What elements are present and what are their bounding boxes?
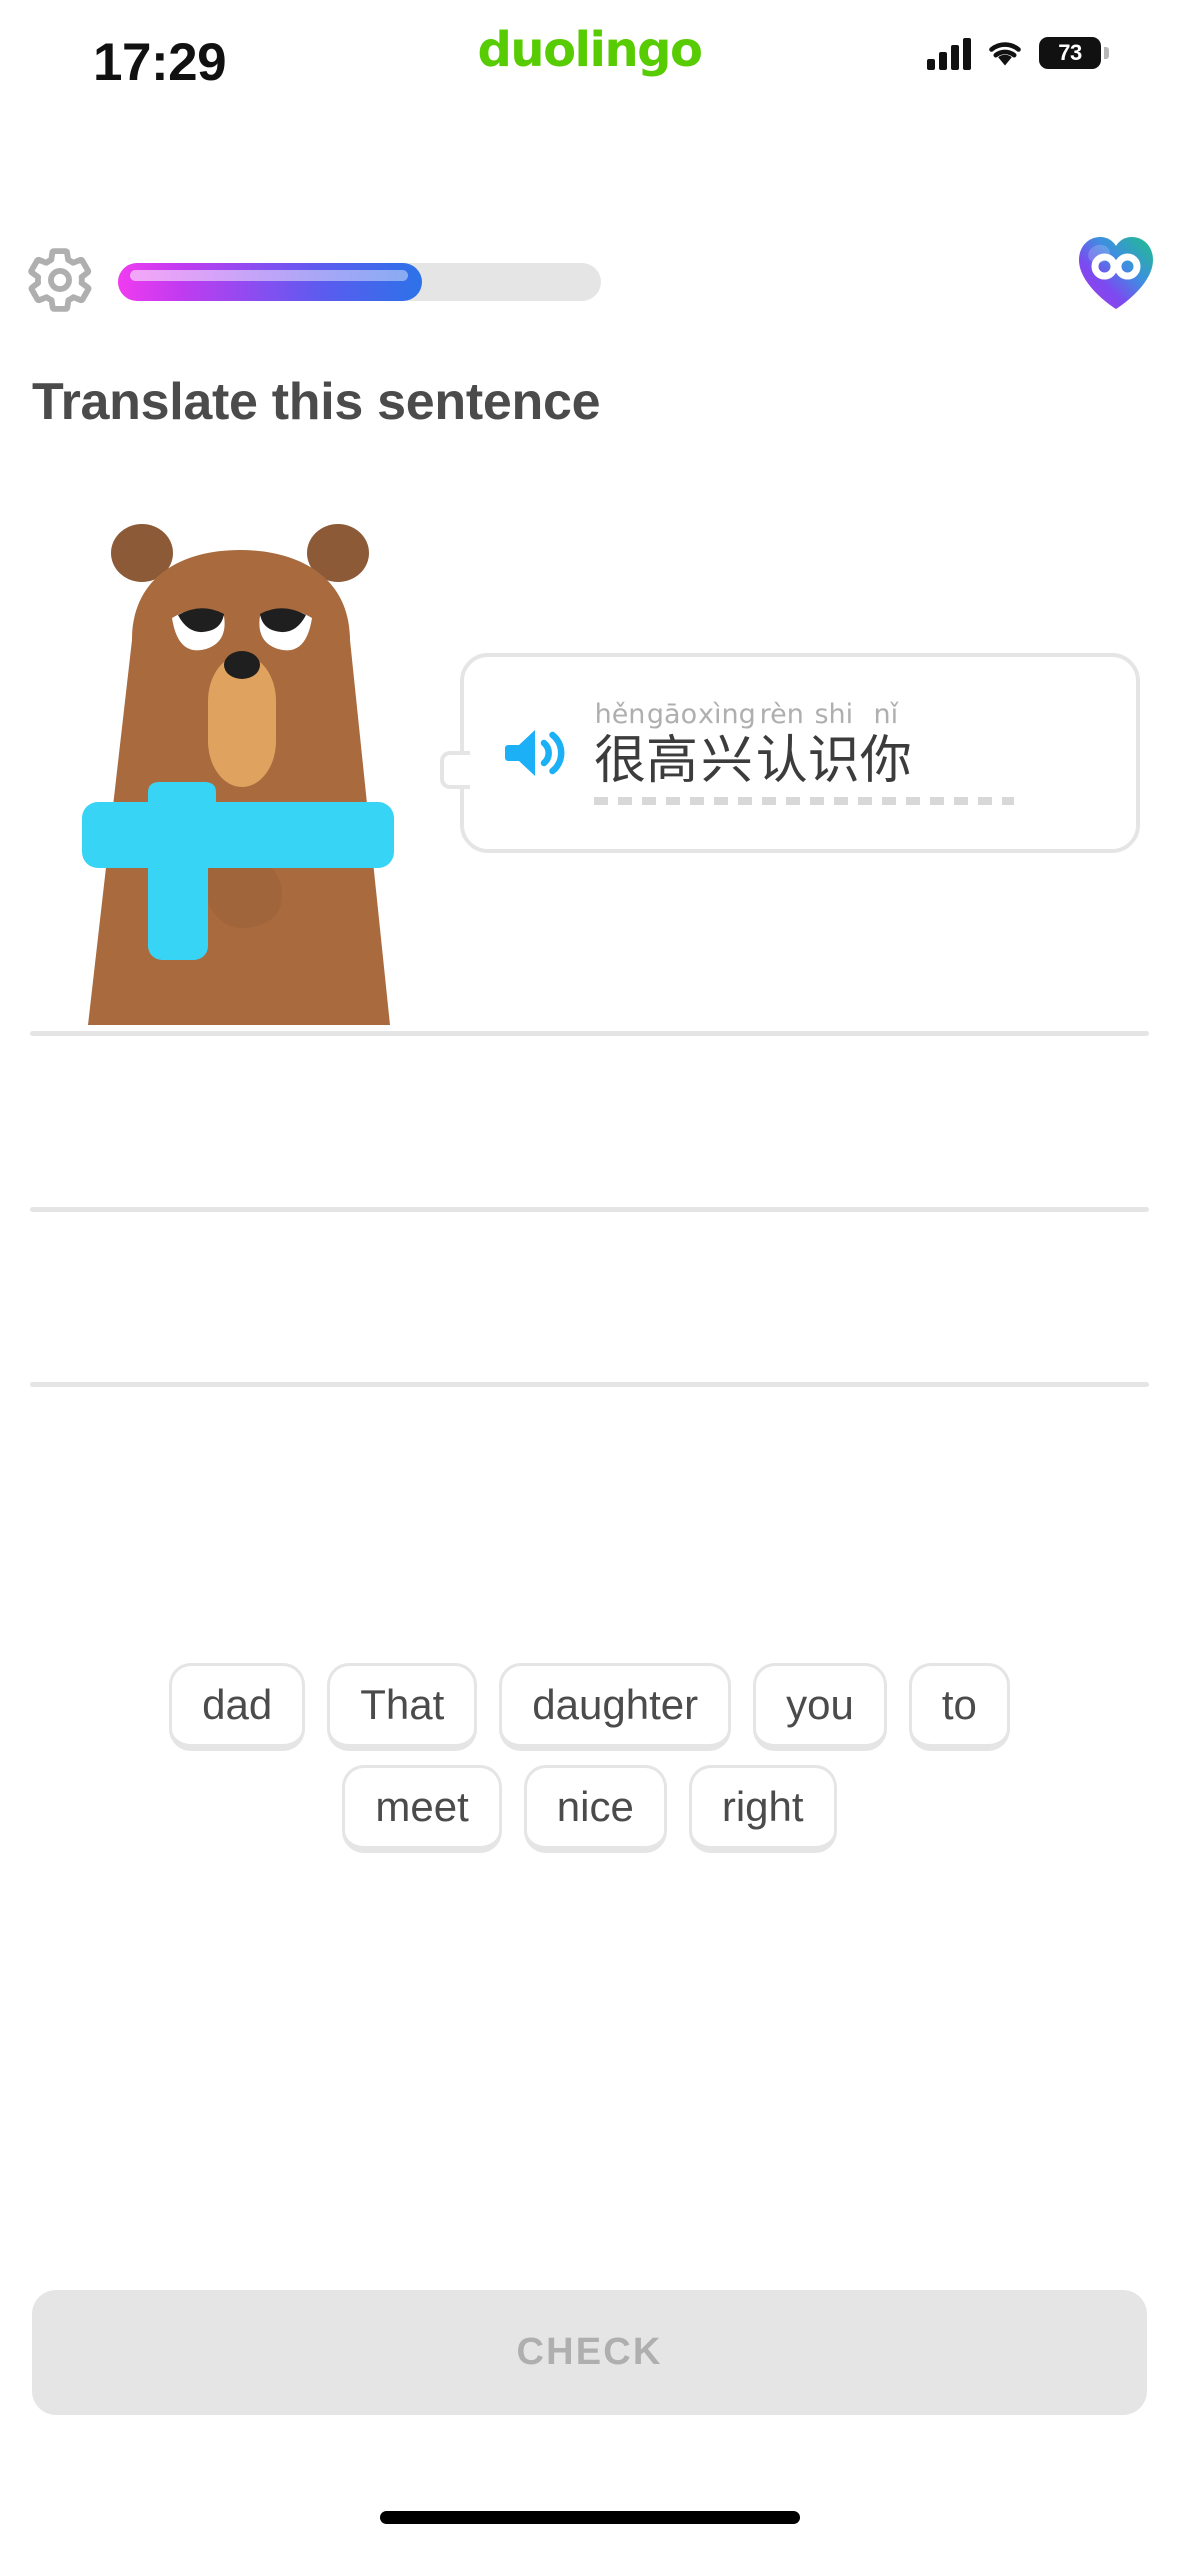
lesson-progress-bar bbox=[118, 263, 601, 301]
pinyin-label: gāo bbox=[646, 698, 698, 730]
page-title: Translate this sentence bbox=[32, 373, 601, 431]
hanzi-group: xìng 兴 bbox=[698, 701, 756, 789]
check-button[interactable]: CHECK bbox=[32, 2290, 1147, 2415]
duolingo-exercise-screen: 17:29 duolingo 73 Translate this sentenc… bbox=[0, 0, 1179, 2556]
answer-line[interactable] bbox=[30, 1382, 1149, 1387]
hanzi-label: 识 bbox=[807, 730, 860, 791]
hanzi-group: nǐ 你 bbox=[860, 701, 912, 789]
pinyin-label: xìng bbox=[698, 698, 756, 730]
word-bank: dad That daughter you to meet nice right bbox=[0, 1663, 1179, 1853]
word-bank-row: dad That daughter you to bbox=[169, 1663, 1010, 1751]
word-tile[interactable]: daughter bbox=[499, 1663, 732, 1751]
exercise-top-bar bbox=[0, 237, 1179, 335]
pinyin-label: shi bbox=[814, 698, 854, 730]
word-tile[interactable]: right bbox=[688, 1765, 837, 1853]
target-sentence: hěn 很 gāo 高 xìng 兴 rèn 认 shi 识 nǐ 你 bbox=[594, 701, 1014, 806]
hanzi-group: shi 识 bbox=[808, 701, 860, 789]
answer-line[interactable] bbox=[30, 1031, 1149, 1036]
pinyin-label: rèn bbox=[759, 698, 804, 730]
hanzi-label: 高 bbox=[646, 730, 699, 791]
word-bank-row: meet nice right bbox=[342, 1765, 837, 1853]
hanzi-label: 兴 bbox=[700, 730, 753, 791]
word-tile[interactable]: dad bbox=[169, 1663, 306, 1751]
pinyin-label: hěn bbox=[594, 698, 646, 730]
wifi-icon bbox=[985, 37, 1025, 69]
word-tile[interactable]: you bbox=[753, 1663, 887, 1751]
hanzi-group: hěn 很 bbox=[594, 701, 646, 789]
lesson-progress-gloss bbox=[130, 270, 409, 281]
battery-icon: 73 bbox=[1039, 37, 1109, 69]
word-tile[interactable]: meet bbox=[342, 1765, 502, 1853]
answer-line[interactable] bbox=[30, 1207, 1149, 1212]
hanzi-label: 认 bbox=[755, 730, 808, 791]
hanzi-label: 很 bbox=[594, 730, 647, 791]
battery-percent-label: 73 bbox=[1058, 40, 1082, 65]
home-indicator bbox=[379, 2511, 800, 2524]
pinyin-label: nǐ bbox=[873, 698, 899, 730]
cellular-signal-icon bbox=[927, 36, 971, 70]
lesson-progress-fill bbox=[118, 263, 423, 301]
heart-infinity-icon[interactable] bbox=[1075, 233, 1157, 313]
hanzi-label: 你 bbox=[859, 730, 912, 791]
bear-character-icon bbox=[60, 520, 460, 1040]
speaker-icon[interactable] bbox=[502, 725, 568, 781]
word-tile[interactable]: nice bbox=[523, 1765, 667, 1853]
status-bar: 17:29 duolingo 73 bbox=[0, 0, 1179, 118]
status-bar-indicators: 73 bbox=[927, 36, 1109, 70]
sentence-characters-row: hěn 很 gāo 高 xìng 兴 rèn 认 shi 识 nǐ 你 bbox=[594, 701, 1014, 789]
sentence-dashed-underline bbox=[594, 797, 1014, 806]
speech-bubble-tail bbox=[440, 751, 470, 789]
hanzi-group: gāo 高 bbox=[646, 701, 698, 789]
word-tile[interactable]: to bbox=[908, 1663, 1010, 1751]
word-tile[interactable]: That bbox=[327, 1663, 478, 1751]
sentence-speech-bubble[interactable]: hěn 很 gāo 高 xìng 兴 rèn 认 shi 识 nǐ 你 bbox=[440, 653, 1140, 853]
hanzi-group: rèn 认 bbox=[756, 701, 808, 789]
gear-icon[interactable] bbox=[25, 245, 95, 315]
